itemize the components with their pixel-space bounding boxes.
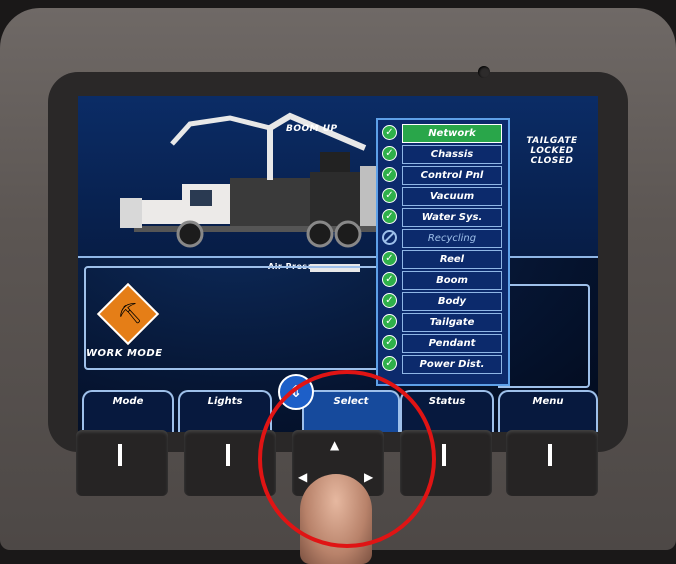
tailgate-status: TAILGATE LOCKED CLOSED — [526, 136, 578, 166]
check-icon: ✓ — [382, 272, 397, 287]
right-panel — [498, 284, 590, 388]
button-indicator-icon — [548, 444, 552, 466]
status-item[interactable]: ✓ Reel — [382, 250, 506, 269]
status-item[interactable]: ✓ Water Sys. — [382, 208, 506, 227]
check-icon: ✓ — [382, 251, 397, 266]
status-item-label: Network — [402, 124, 502, 143]
hard-button-menu[interactable] — [506, 430, 598, 496]
button-indicator-icon — [118, 444, 122, 466]
status-item[interactable]: ✓ Vacuum — [382, 187, 506, 206]
status-item-label: Recycling — [402, 229, 502, 248]
check-icon: ✓ — [382, 314, 397, 329]
work-mode-label: WORK MODE — [86, 348, 163, 359]
check-icon: ✓ — [382, 146, 397, 161]
status-item[interactable]: ✓ Pendant — [382, 334, 506, 353]
status-list: ✓ Network ✓ Chassis ✓ Control Pnl ✓ Vacu… — [376, 118, 510, 386]
status-item-label: Control Pnl — [402, 166, 502, 185]
status-item-label: Tailgate — [402, 313, 502, 332]
status-item-label: Chassis — [402, 145, 502, 164]
hard-button-mode[interactable] — [76, 430, 168, 496]
status-item-label: Vacuum — [402, 187, 502, 206]
disabled-icon — [382, 230, 397, 245]
highlight-circle — [258, 370, 436, 548]
check-icon: ✓ — [382, 293, 397, 308]
status-item[interactable]: ✓ Boom — [382, 271, 506, 290]
status-item[interactable]: ✓ Control Pnl — [382, 166, 506, 185]
status-item[interactable]: Recycling — [382, 229, 506, 248]
softkey-lights[interactable]: Lights — [178, 390, 272, 432]
status-item[interactable]: ✓ Chassis — [382, 145, 506, 164]
status-item-label: Reel — [402, 250, 502, 269]
button-indicator-icon — [442, 444, 446, 466]
status-item[interactable]: ✓ Power Dist. — [382, 355, 506, 374]
check-icon: ✓ — [382, 356, 397, 371]
status-item-label: Pendant — [402, 334, 502, 353]
check-icon: ✓ — [382, 167, 397, 182]
softkey-menu[interactable]: Menu — [498, 390, 598, 432]
check-icon: ✓ — [382, 188, 397, 203]
camera-icon — [478, 66, 490, 78]
status-item[interactable]: ✓ Tailgate — [382, 313, 506, 332]
status-item-label: Boom — [402, 271, 502, 290]
check-icon: ✓ — [382, 125, 397, 140]
status-item[interactable]: ✓ Network — [382, 124, 506, 143]
check-icon: ✓ — [382, 209, 397, 224]
boom-status: BOOM UP — [286, 124, 338, 134]
check-icon: ✓ — [382, 335, 397, 350]
status-item-label: Power Dist. — [402, 355, 502, 374]
status-item-label: Water Sys. — [402, 208, 502, 227]
truck-panel: BOOM UP TAILGATE LOCKED CLOSED — [78, 96, 598, 258]
softkey-mode[interactable]: Mode — [82, 390, 174, 432]
button-indicator-icon — [226, 444, 230, 466]
status-item-label: Body — [402, 292, 502, 311]
status-item[interactable]: ✓ Body — [382, 292, 506, 311]
